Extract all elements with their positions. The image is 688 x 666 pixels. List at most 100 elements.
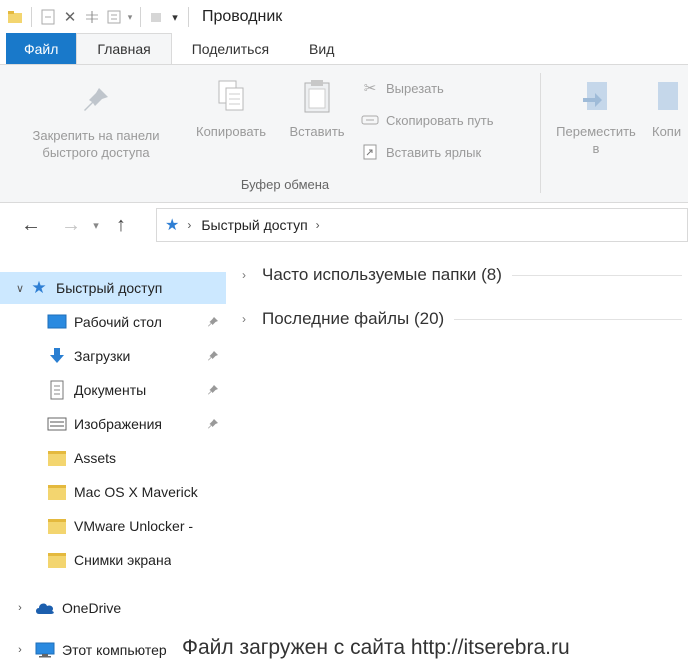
copy-path-icon <box>360 111 380 129</box>
pin-icon[interactable] <box>205 416 221 432</box>
ribbon-tabs: Файл Главная Поделиться Вид <box>0 33 688 65</box>
scissors-icon: ✂ <box>363 80 377 97</box>
undo-icon[interactable] <box>146 6 168 28</box>
nav-label: Assets <box>74 450 117 466</box>
tab-view[interactable]: Вид <box>289 34 354 64</box>
desktop-icon <box>46 311 68 333</box>
copy-to-label: Копи <box>652 124 682 139</box>
paste-button[interactable]: Вставить <box>280 77 354 140</box>
paste-shortcut-button[interactable]: Вставить ярлык <box>360 143 481 161</box>
window-title: Проводник <box>202 8 283 25</box>
pin-label-line1: Закрепить на панели <box>32 128 160 143</box>
watermark-text: Файл загружен с сайта http://itserebra.r… <box>182 636 570 660</box>
move-to-button[interactable]: Переместить в <box>546 77 646 157</box>
copy-path-button[interactable]: Скопировать путь <box>360 111 494 129</box>
nav-item-screenshots[interactable]: Снимки экрана <box>0 544 232 576</box>
ribbon-group-separator <box>540 73 541 193</box>
nav-item-documents[interactable]: Документы <box>0 374 232 406</box>
up-button[interactable]: ↑ <box>106 210 136 240</box>
recent-locations-chevron-icon[interactable]: ▾ <box>86 210 106 240</box>
paste-shortcut-label: Вставить ярлык <box>386 144 482 160</box>
chevron-down-icon[interactable]: ∨ <box>12 282 28 295</box>
computer-icon <box>34 639 56 661</box>
chevron-right-icon[interactable]: › <box>242 312 262 326</box>
pin-icon[interactable] <box>205 314 221 330</box>
document-icon <box>46 379 68 401</box>
tab-home[interactable]: Главная <box>76 33 172 64</box>
nav-label: VMware Unlocker - <box>74 518 194 534</box>
pin-quick-access-button[interactable]: Закрепить на панели быстрого доступа <box>10 81 182 161</box>
copy-path-label: Скопировать путь <box>386 112 494 128</box>
pin-icon[interactable] <box>205 348 221 364</box>
nav-item-assets[interactable]: Assets <box>0 442 232 474</box>
copy-to-button[interactable]: Копи <box>652 77 688 140</box>
cut-label: Вырезать <box>386 80 444 96</box>
ribbon-home: Закрепить на панели быстрого доступа Коп… <box>0 65 688 203</box>
nav-item-downloads[interactable]: Загрузки <box>0 340 232 372</box>
nav-item-vmware-unlocker[interactable]: VMware Unlocker - <box>0 510 232 542</box>
group-title: Часто используемые папки (8) <box>262 265 502 284</box>
new-folder-icon[interactable] <box>103 6 125 28</box>
pin-icon <box>79 81 113 119</box>
nav-label: Этот компьютер <box>62 642 167 658</box>
customize-qat-icon[interactable]: ▾ <box>168 6 182 28</box>
group-frequent-folders[interactable]: › Часто используемые папки (8) <box>242 260 682 290</box>
folder-icon <box>46 549 68 571</box>
folder-icon <box>46 515 68 537</box>
copy-icon <box>214 77 248 115</box>
copy-to-icon <box>652 77 686 115</box>
star-icon: ★ <box>31 278 47 297</box>
move-to-icon <box>579 77 613 115</box>
nav-label: Документы <box>74 382 147 398</box>
group-divider <box>454 318 682 320</box>
nav-label: Снимки экрана <box>74 552 172 568</box>
quick-access-star-icon: ★ <box>165 217 180 234</box>
chevron-down-icon[interactable]: ▾ <box>125 6 135 28</box>
nav-label: OneDrive <box>62 600 122 616</box>
forward-button[interactable]: → <box>56 210 86 240</box>
rename-icon[interactable] <box>81 6 103 28</box>
folder-app-icon[interactable] <box>4 6 26 28</box>
cut-button[interactable]: ✂ Вырезать <box>360 79 444 97</box>
group-divider <box>511 274 682 276</box>
nav-label: Изображения <box>74 416 162 432</box>
properties-icon[interactable] <box>37 6 59 28</box>
group-recent-files[interactable]: › Последние файлы (20) <box>242 304 682 334</box>
qat-separator <box>140 7 141 27</box>
folder-icon <box>46 447 68 469</box>
cloud-icon <box>34 597 56 619</box>
chevron-right-icon[interactable]: › <box>242 268 262 282</box>
nav-item-desktop[interactable]: Рабочий стол <box>0 306 232 338</box>
navigation-bar: ← → ▾ ↑ ★ › Быстрый доступ › <box>0 203 688 247</box>
delete-icon[interactable]: ✕ <box>59 6 81 28</box>
nav-onedrive[interactable]: › OneDrive <box>0 592 232 624</box>
copy-label: Копировать <box>196 124 266 139</box>
back-button[interactable]: ← <box>16 210 46 240</box>
folder-icon <box>46 481 68 503</box>
move-sub-label: в <box>592 141 600 156</box>
pin-label-line2: быстрого доступа <box>42 145 150 160</box>
breadcrumb-quick-access[interactable]: Быстрый доступ <box>201 217 307 233</box>
pin-icon[interactable] <box>205 382 221 398</box>
tab-share[interactable]: Поделиться <box>172 34 289 64</box>
breadcrumb-chevron-icon[interactable]: › <box>187 218 191 232</box>
download-arrow-icon <box>46 345 68 367</box>
paste-label: Вставить <box>289 124 345 139</box>
nav-label: Рабочий стол <box>74 314 162 330</box>
title-bar: ✕ ▾ ▾ Проводник <box>0 0 688 34</box>
nav-item-mac-os-x-maverick[interactable]: Mac OS X Maverick <box>0 476 232 508</box>
clipboard-icon <box>300 77 334 115</box>
nav-label: Загрузки <box>74 348 131 364</box>
tab-file[interactable]: Файл <box>6 33 77 64</box>
paste-shortcut-icon <box>360 143 380 161</box>
qat-separator <box>31 7 32 27</box>
nav-quick-access[interactable]: ∨ ★ Быстрый доступ <box>0 272 226 304</box>
copy-button[interactable]: Копировать <box>184 77 278 140</box>
chevron-right-icon[interactable]: › <box>12 602 28 614</box>
title-separator <box>188 7 189 27</box>
nav-item-pictures[interactable]: Изображения <box>0 408 232 440</box>
chevron-right-icon[interactable]: › <box>12 644 28 656</box>
breadcrumb-chevron-icon[interactable]: › <box>316 218 320 232</box>
address-bar[interactable]: ★ › Быстрый доступ › <box>156 208 688 242</box>
navigation-pane: ∨ ★ Быстрый доступ Рабочий стол Загрузки… <box>0 268 232 666</box>
